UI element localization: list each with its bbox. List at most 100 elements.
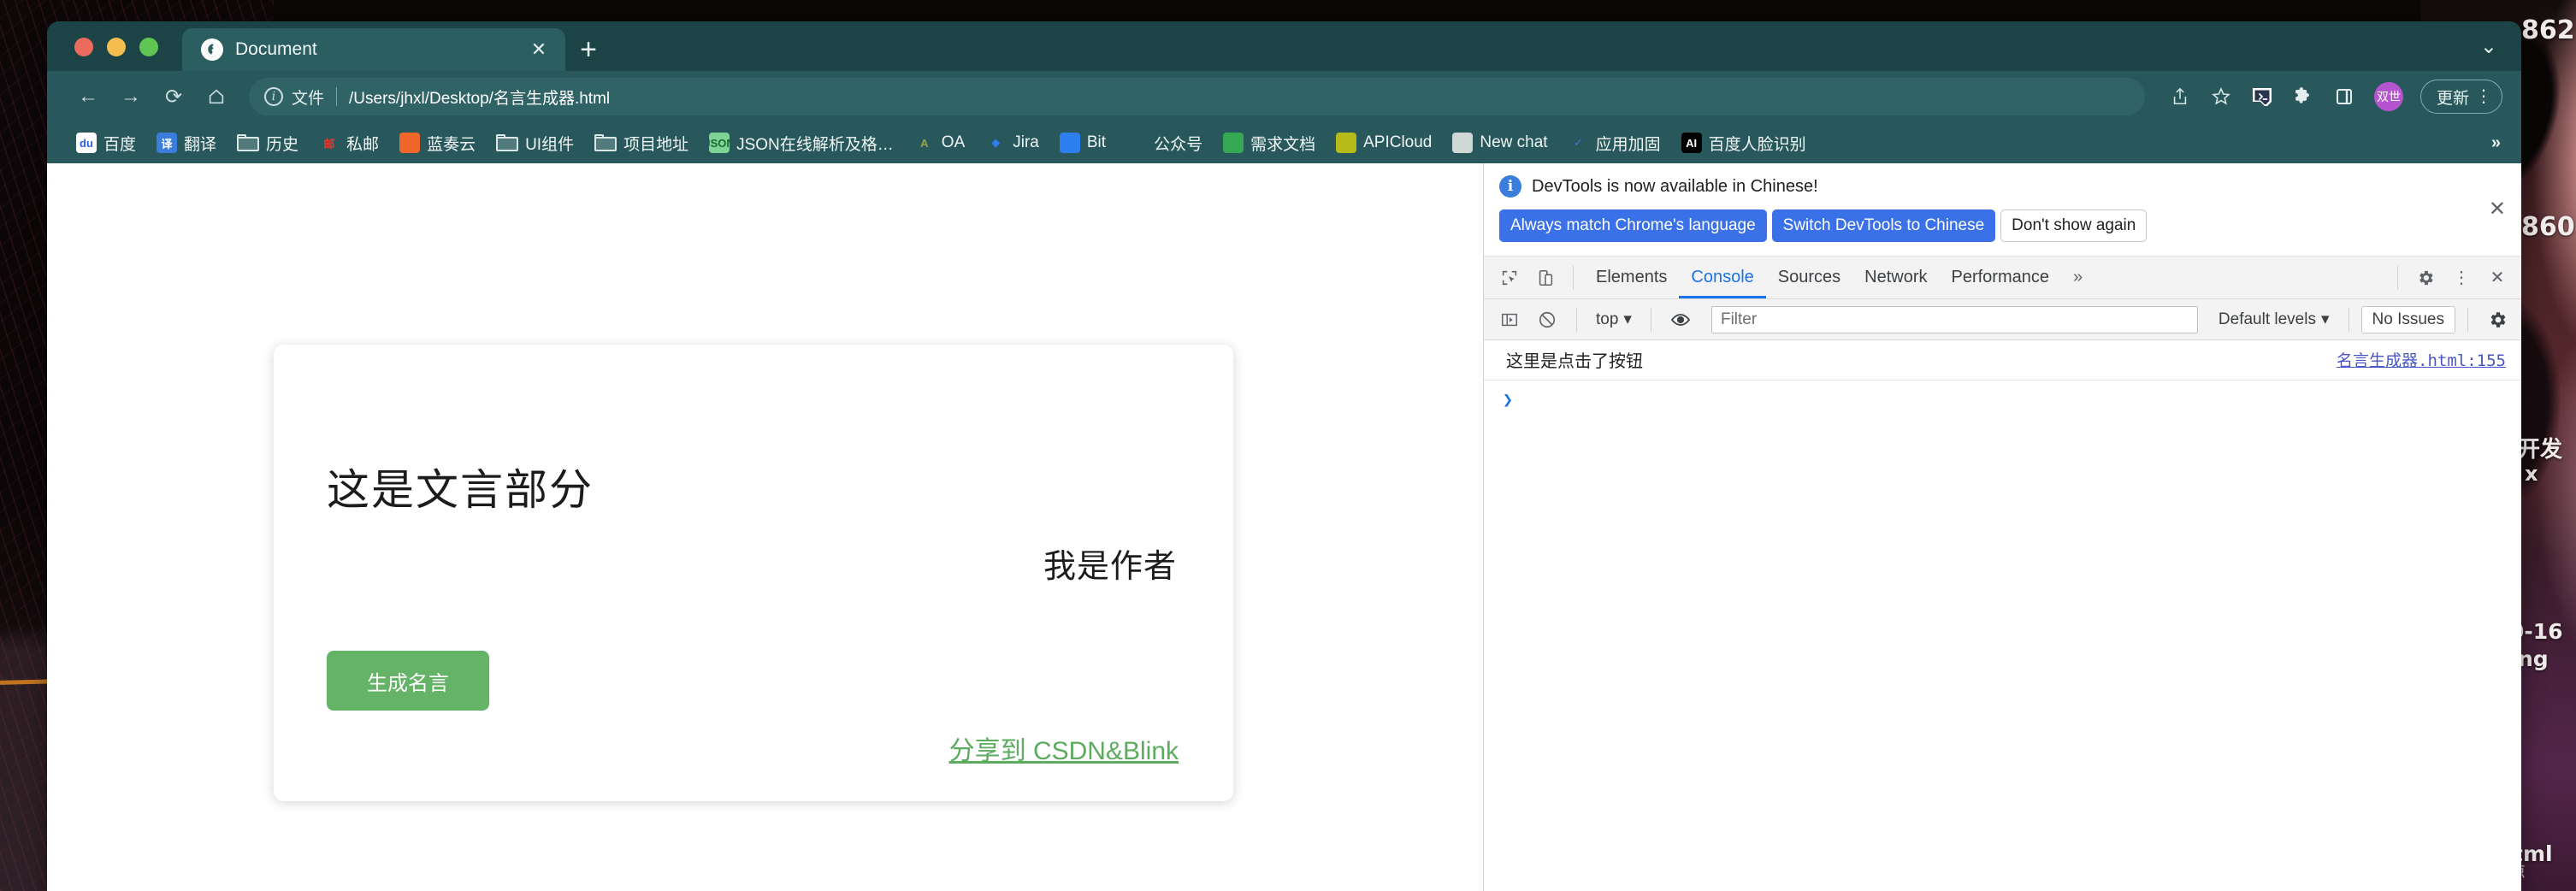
bookmark-item[interactable]: 历史 [227,127,309,158]
address-bar[interactable]: i 文件 /Users/jhxl/Desktop/名言生成器.html [249,78,2145,115]
console-log-row: 这里是点击了按钮 名言生成器.html:155 [1484,340,2521,381]
inspect-element-icon[interactable] [1492,261,1527,295]
openai-icon [1452,133,1474,153]
bookmark-item[interactable]: 蓝奏云 [389,127,486,158]
always-match-language-button[interactable]: Always match Chrome's language [1499,209,1767,242]
share-icon[interactable] [2162,79,2198,115]
info-icon: i [1499,175,1521,198]
bookmark-item[interactable]: APICloud [1326,127,1442,158]
log-levels-label: Default levels [2218,310,2316,328]
background-window-text: 862 [2521,15,2575,45]
share-to-csdn-link[interactable]: 分享到 CSDN&Blink [949,729,1179,767]
puzzle-piece-icon[interactable] [2285,79,2321,115]
maximize-window-button[interactable] [139,38,158,56]
switch-devtools-chinese-button[interactable]: Switch DevTools to Chinese [1771,209,1996,242]
console-log-levels-selector[interactable]: Default levels ▾ [2212,310,2337,329]
kebab-menu-icon[interactable]: ⋮ [2473,88,2495,105]
clear-console-icon[interactable] [1530,303,1564,337]
bookmark-item[interactable]: A OA [904,127,975,158]
folder-icon [237,134,260,151]
console-context-selector[interactable]: top ▾ [1589,310,1639,329]
background-window-text: 开发 [2518,437,2563,463]
gear-icon[interactable] [2480,303,2514,337]
info-circle-icon[interactable]: i [264,87,283,106]
extension-dev-icon[interactable] [2244,79,2280,115]
tab-title: Document [235,39,317,59]
bookmark-item[interactable]: 项目地址 [584,127,699,158]
bookmark-label: APICloud [1363,133,1433,151]
oa-icon: A [920,136,929,150]
devtools-panel: i DevTools is now available in Chinese! … [1483,163,2521,891]
close-icon[interactable]: ✕ [2489,199,2506,220]
no-issues-button[interactable]: No Issues [2360,305,2455,333]
update-button[interactable]: 更新 ⋮ [2419,80,2502,114]
content-area: 这是文言部分 我是作者 生成名言 分享到 CSDN&Blink i DevToo… [47,163,2521,891]
bookmark-item[interactable]: ✓ 应用加固 [1558,127,1671,158]
baidu-paw-icon: du [76,133,97,153]
page-viewport: 这是文言部分 我是作者 生成名言 分享到 CSDN&Blink [47,163,1483,891]
background-window-text: ng [2518,646,2549,671]
bookmark-item[interactable]: du 百度 [66,127,146,158]
devtools-tab-elements[interactable]: Elements [1584,257,1679,298]
gear-icon[interactable] [2408,261,2443,295]
browser-tab-document[interactable]: Document ✕ [182,28,565,71]
bookmark-item[interactable]: 译翻译 [146,127,227,158]
bookmark-item[interactable]: ◆ Jira [975,127,1049,158]
device-toolbar-icon[interactable] [1528,261,1563,295]
bookmark-item[interactable]: New chat [1442,127,1557,158]
bookmark-item[interactable]: 邮私邮 [309,127,389,158]
home-icon[interactable] [198,78,235,115]
devtools-tab-console[interactable]: Console [1679,257,1765,298]
chevron-down-icon[interactable]: ⌄ [2480,34,2521,71]
chevron-down-icon: ▾ [1623,310,1632,328]
arrow-right-icon[interactable]: → [112,78,150,115]
arrow-left-icon[interactable]: ← [69,78,107,115]
wechat-mp-icon [1126,133,1147,153]
bookmark-item[interactable]: JSON JSON在线解析及格… [699,127,904,158]
bookmark-label: 应用加固 [1595,135,1661,154]
devtools-tabs-overflow[interactable]: » [2063,268,2093,287]
console-sidebar-icon[interactable] [1492,303,1527,337]
devtools-tab-performance[interactable]: Performance [1940,257,2062,298]
window-traffic-lights [74,38,158,71]
close-icon[interactable]: ✕ [528,38,550,61]
bookmark-label: 私邮 [346,135,380,154]
bookmark-label: JSON在线解析及格… [736,135,894,154]
live-expression-icon[interactable] [1663,303,1698,337]
bookmark-item[interactable]: 需求文档 [1213,127,1326,158]
kebab-menu-icon[interactable]: ⋮ [2444,261,2479,295]
console-prompt-caret[interactable]: ❯ [1484,381,2521,410]
console-log-source-link[interactable]: 名言生成器.html:155 [2337,348,2506,371]
generate-quote-button[interactable]: 生成名言 [327,651,489,711]
background-window-text: x [2525,462,2538,486]
close-window-button[interactable] [74,38,93,56]
devtools-tab-sources[interactable]: Sources [1766,257,1852,298]
tab-strip: Document ✕ + ⌄ [47,21,2521,71]
bookmark-item[interactable]: Bit [1049,127,1116,158]
devtools-language-banner: i DevTools is now available in Chinese! … [1484,163,2521,257]
bookmark-item[interactable]: UI组件 [486,127,584,158]
background-window-text: 860 [2521,212,2575,242]
console-filter-input[interactable] [1710,305,2198,333]
star-icon[interactable] [2203,79,2239,115]
bookmark-label: 历史 [266,135,299,154]
bookmark-label: 百度 [103,135,137,154]
plus-icon[interactable]: + [565,28,612,71]
minimize-window-button[interactable] [107,38,126,56]
jira-icon: ◆ [991,136,1001,149]
ai-icon: AI [1681,133,1702,153]
console-log-area[interactable]: 这里是点击了按钮 名言生成器.html:155 ❯ [1484,340,2521,891]
bookmark-label: 项目地址 [623,135,689,154]
avatar[interactable]: 双世 [2373,82,2403,111]
bookmark-item[interactable]: 公众号 [1116,127,1213,158]
devtools-tab-network[interactable]: Network [1852,257,1939,298]
bookmarks-overflow-icon[interactable]: » [2483,133,2509,153]
side-panel-icon[interactable] [2326,79,2362,115]
banner-message: DevTools is now available in Chinese! [1532,176,1818,196]
dont-show-again-button[interactable]: Don't show again [2000,209,2148,242]
reload-icon[interactable]: ⟳ [155,78,192,115]
close-icon[interactable]: ✕ [2480,261,2514,295]
bookmark-item[interactable]: AI 百度人脸识别 [1671,127,1817,158]
bookmark-label: 蓝奏云 [427,135,476,154]
bookmark-label: 翻译 [184,135,217,154]
